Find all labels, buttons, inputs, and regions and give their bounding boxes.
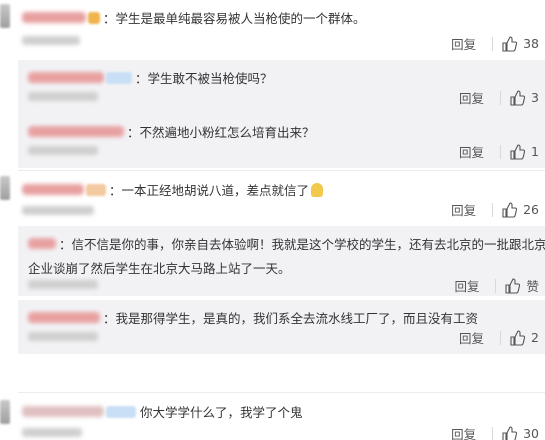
reply-button[interactable]: 回复	[459, 142, 484, 161]
like-button[interactable]: 2	[509, 329, 539, 346]
comment-separator: ：	[135, 71, 148, 86]
thumbs-up-icon	[505, 277, 521, 294]
avatar[interactable]	[0, 400, 10, 424]
reply-item: ： 学生敢不被当枪使吗？ 回复 3	[18, 60, 545, 114]
reply-item: ： 信不信是你的事，你亲自去体验啊！我就是这个学校的学生，还有去北京的一批跟北京…	[18, 226, 545, 296]
thumbs-up-icon	[510, 143, 526, 160]
action-divider	[492, 36, 494, 51]
comment-text-continued: 企业谈崩了然后学生在北京大马路上站了一天。	[28, 261, 291, 276]
like-count: 26	[523, 202, 539, 217]
avatar[interactable]	[0, 176, 10, 200]
comment-actions: 回复 38	[451, 34, 539, 53]
thumbs-up-icon	[502, 35, 518, 52]
timestamp-blurred	[28, 92, 98, 101]
reply-item: ： 不然遍地小粉红怎么培育出来？ 回复 1	[18, 114, 545, 168]
comment-actions: 回复 3	[459, 88, 539, 107]
like-button[interactable]: 赞	[504, 276, 539, 295]
timestamp-blurred	[28, 146, 98, 155]
action-divider	[500, 330, 502, 345]
comment-separator: ：	[103, 311, 116, 326]
comment-item: ： 学生是最单纯最容易被人当枪使的一个群体。 回复 38	[18, 0, 545, 58]
comment-text: 不然遍地小粉红怎么培育出来？	[139, 125, 315, 140]
comment-text: 学生敢不被当枪使吗？	[147, 71, 273, 86]
action-divider	[492, 202, 494, 217]
comment-separator: ：	[127, 125, 140, 140]
like-count: 3	[531, 90, 539, 105]
like-count: 1	[531, 144, 539, 159]
action-divider	[495, 278, 497, 293]
comment-text: 一本正经地胡说八道，差点就信了	[121, 183, 310, 198]
like-count: 2	[531, 330, 539, 345]
comment-separator: ：	[109, 183, 122, 198]
reply-button[interactable]: 回复	[451, 424, 476, 440]
comment-separator: ：	[59, 237, 72, 252]
username-blurred[interactable]	[22, 12, 86, 23]
user-badge-icon	[106, 405, 136, 418]
comment-text: 你大学学什么了，我学了个鬼	[140, 405, 303, 420]
timestamp-blurred	[22, 206, 94, 215]
comment-actions: 回复 1	[459, 142, 539, 161]
like-count: 38	[523, 36, 539, 51]
like-count: 赞	[526, 279, 539, 294]
timestamp-blurred	[28, 332, 98, 341]
comment-item: 你大学学什么了，我学了个鬼 回复 30	[18, 394, 545, 440]
comment-actions: 回复 2	[459, 328, 539, 347]
comment-text: 我是那得学生，是真的，我们系全去流水线工厂了，而且没有工资	[115, 311, 479, 326]
like-count: 30	[523, 426, 539, 440]
comment-text: 信不信是你的事，你亲自去体验啊！我就是这个学校的学生，还有去北京的一批跟北京	[71, 237, 545, 252]
reply-button[interactable]: 回复	[454, 276, 479, 295]
thumbs-up-icon	[502, 425, 518, 440]
user-badge-icon	[106, 71, 132, 84]
timestamp-blurred	[28, 280, 98, 289]
username-blurred[interactable]	[28, 126, 124, 137]
comment-divider	[18, 170, 545, 171]
user-badge-icon	[86, 183, 106, 196]
thumbs-up-icon	[510, 89, 526, 106]
timestamp-blurred	[22, 36, 80, 45]
emoji-icon	[311, 182, 324, 197]
comment-actions: 回复 赞	[454, 276, 539, 295]
username-blurred[interactable]	[22, 406, 104, 417]
comment-actions: 回复 30	[451, 424, 539, 440]
thumbs-up-icon	[502, 201, 518, 218]
comment-divider	[18, 392, 545, 393]
like-button[interactable]: 1	[509, 143, 539, 160]
username-blurred[interactable]	[28, 238, 56, 249]
avatar[interactable]	[0, 4, 10, 28]
username-blurred[interactable]	[28, 72, 104, 83]
comment-separator: ：	[103, 11, 116, 26]
like-button[interactable]: 3	[509, 89, 539, 106]
reply-button[interactable]: 回复	[451, 200, 476, 219]
user-badge-icon	[88, 11, 100, 24]
action-divider	[500, 144, 502, 159]
action-divider	[500, 90, 502, 105]
thumbs-up-icon	[510, 329, 526, 346]
action-divider	[492, 426, 494, 440]
username-blurred[interactable]	[28, 312, 100, 323]
username-blurred[interactable]	[22, 184, 84, 195]
comment-item: ： 一本正经地胡说八道，差点就信了 回复 26	[18, 172, 545, 222]
comment-text: 学生是最单纯最容易被人当枪使的一个群体。	[115, 11, 366, 26]
reply-button[interactable]: 回复	[451, 34, 476, 53]
reply-button[interactable]: 回复	[459, 88, 484, 107]
like-button[interactable]: 30	[501, 425, 539, 440]
like-button[interactable]: 38	[501, 35, 539, 52]
timestamp-blurred	[22, 428, 82, 437]
reply-button[interactable]: 回复	[459, 328, 484, 347]
like-button[interactable]: 26	[501, 201, 539, 218]
comment-actions: 回复 26	[451, 200, 539, 219]
reply-item: ： 我是那得学生，是真的，我们系全去流水线工厂了，而且没有工资 回复 2	[18, 300, 545, 354]
